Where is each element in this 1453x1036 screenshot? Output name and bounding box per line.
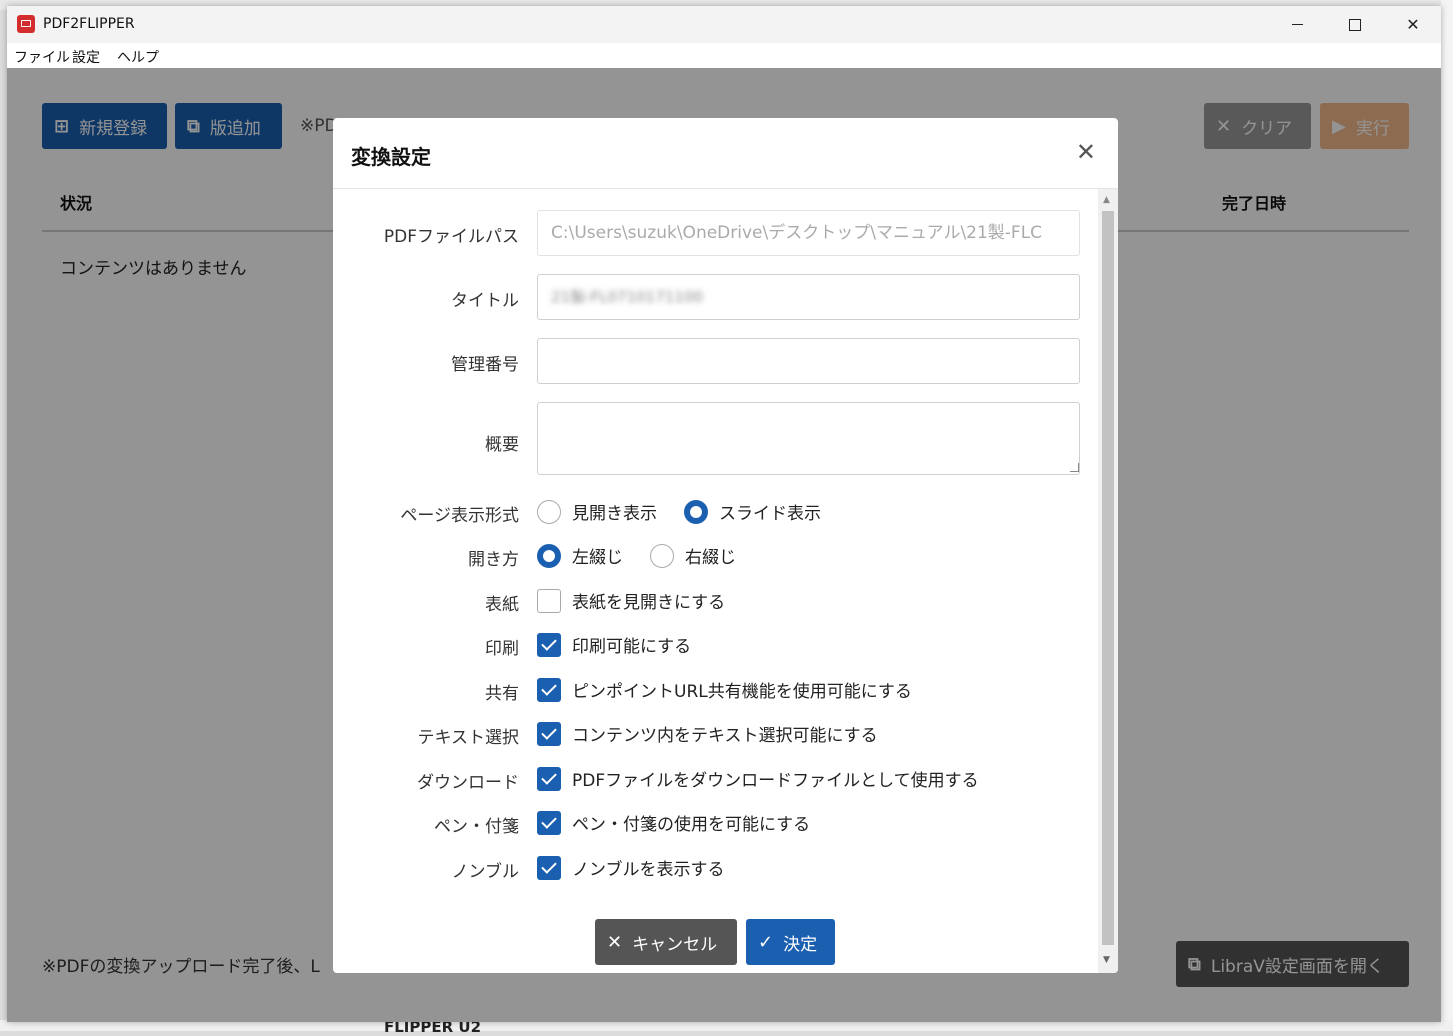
- text-select-checkbox[interactable]: [537, 721, 561, 746]
- right-binding-label: 右綴じ: [685, 548, 736, 568]
- scroll-down-icon[interactable]: ▼: [1103, 955, 1110, 965]
- check-icon: ✓: [758, 931, 774, 953]
- spread-view-option[interactable]: 見開き表示: [537, 499, 657, 524]
- slide-view-radio[interactable]: [684, 499, 708, 524]
- pen-sticky-text: ペン・付箋の使用を可能にする: [572, 815, 811, 835]
- maximize-icon: [1349, 18, 1361, 31]
- app-logo-icon: [17, 15, 35, 33]
- cover-option[interactable]: 表紙を見開きにする: [537, 588, 725, 613]
- summary-label: 概要: [485, 435, 519, 455]
- maximize-button[interactable]: [1326, 6, 1384, 43]
- scroll-up-icon[interactable]: ▲: [1103, 195, 1110, 205]
- spread-view-label: 見開き表示: [572, 504, 657, 524]
- pen-sticky-option[interactable]: ペン・付箋の使用を可能にする: [537, 810, 810, 835]
- share-checkbox[interactable]: [537, 677, 561, 702]
- print-option[interactable]: 印刷可能にする: [537, 632, 691, 657]
- cancel-label: キャンセル: [632, 934, 718, 955]
- dialog-body: PDFファイルパス C:\Users\suzuk\OneDrive\デスクトップ…: [333, 189, 1098, 973]
- nombre-checkbox[interactable]: [537, 855, 561, 880]
- scrollbar-thumb[interactable]: [1102, 211, 1114, 945]
- pen-sticky-label: ペン・付箋: [434, 817, 519, 837]
- nombre-option[interactable]: ノンブルを表示する: [537, 855, 725, 880]
- ok-button[interactable]: ✓ 決定: [746, 919, 835, 965]
- left-binding-label: 左綴じ: [572, 548, 623, 568]
- title-field[interactable]: 21製-FL0710171100: [537, 274, 1080, 320]
- menu-file[interactable]: ファイル: [14, 47, 70, 67]
- slide-view-option[interactable]: スライド表示: [684, 499, 821, 524]
- close-window-button[interactable]: ✕: [1384, 6, 1441, 43]
- print-label: 印刷: [485, 639, 519, 659]
- text-select-text: コンテンツ内をテキスト選択可能にする: [572, 726, 878, 746]
- close-icon: ✕: [1075, 138, 1096, 166]
- summary-textarea[interactable]: [537, 402, 1080, 475]
- pen-sticky-checkbox[interactable]: [537, 810, 561, 835]
- minimize-button[interactable]: [1268, 6, 1326, 43]
- right-binding-option[interactable]: 右綴じ: [650, 543, 736, 568]
- cover-checkbox[interactable]: [537, 588, 561, 613]
- main-content: ⊞ 新規登録 ⧉ 版追加 ※PD ✕ クリア ▶ 実行 状況 完了日時 コンテン…: [7, 68, 1441, 1022]
- nombre-text: ノンブルを表示する: [572, 860, 725, 880]
- app-window: PDF2FLIPPER ✕ ファイル 設定 ヘルプ ⊞ 新規登録 ⧉ 版追加 ※…: [7, 6, 1441, 1022]
- spread-view-radio[interactable]: [537, 499, 561, 524]
- print-checkbox[interactable]: [537, 632, 561, 657]
- left-binding-option[interactable]: 左綴じ: [537, 543, 623, 568]
- share-option[interactable]: ピンポイントURL共有機能を使用可能にする: [537, 677, 912, 702]
- left-binding-radio[interactable]: [537, 543, 561, 568]
- title-bar: PDF2FLIPPER ✕: [7, 6, 1441, 43]
- slide-view-label: スライド表示: [719, 504, 821, 524]
- dialog-title: 変換設定: [351, 145, 431, 169]
- download-option[interactable]: PDFファイルをダウンロードファイルとして使用する: [537, 766, 979, 791]
- title-label: タイトル: [451, 291, 519, 311]
- minimize-icon: [1291, 24, 1303, 25]
- x-icon: ✕: [607, 931, 623, 953]
- text-select-label: テキスト選択: [417, 728, 520, 748]
- cover-label: 表紙: [485, 595, 519, 615]
- window-title: PDF2FLIPPER: [43, 16, 135, 32]
- resize-handle-icon[interactable]: [1070, 463, 1079, 472]
- print-text: 印刷可能にする: [572, 637, 692, 657]
- background-edge: [1441, 0, 1453, 1031]
- open-direction-label: 開き方: [468, 550, 519, 570]
- pdf-path-field[interactable]: C:\Users\suzuk\OneDrive\デスクトップ\マニュアル\21製…: [537, 210, 1080, 256]
- close-icon: ✕: [1406, 15, 1420, 34]
- dialog-header: 変換設定 ✕: [333, 118, 1118, 189]
- download-checkbox[interactable]: [537, 766, 561, 791]
- conversion-settings-dialog: 変換設定 ✕ PDFファイルパス C:\Users\suzuk\OneDrive…: [333, 118, 1118, 973]
- cover-text: 表紙を見開きにする: [572, 593, 726, 613]
- nombre-label: ノンブル: [451, 862, 520, 882]
- share-text: ピンポイントURL共有機能を使用可能にする: [572, 682, 912, 702]
- share-label: 共有: [485, 684, 519, 704]
- download-label: ダウンロード: [417, 773, 519, 793]
- menu-bar: ファイル 設定 ヘルプ: [7, 43, 1441, 68]
- pdf-path-label: PDFファイルパス: [383, 227, 519, 247]
- manage-number-label: 管理番号: [451, 355, 519, 375]
- dialog-scrollbar[interactable]: ▲ ▼: [1098, 189, 1118, 973]
- text-select-option[interactable]: コンテンツ内をテキスト選択可能にする: [537, 721, 878, 746]
- manage-number-field[interactable]: [537, 338, 1080, 384]
- dialog-close-button[interactable]: ✕: [1076, 138, 1096, 166]
- menu-settings[interactable]: 設定: [72, 47, 100, 67]
- menu-help[interactable]: ヘルプ: [117, 47, 159, 67]
- right-binding-radio[interactable]: [650, 543, 674, 568]
- page-format-label: ページ表示形式: [400, 506, 519, 526]
- ok-label: 決定: [783, 934, 818, 955]
- cancel-button[interactable]: ✕ キャンセル: [595, 919, 737, 965]
- download-text: PDFファイルをダウンロードファイルとして使用する: [572, 771, 979, 791]
- title-value: 21製-FL0710171100: [551, 288, 703, 306]
